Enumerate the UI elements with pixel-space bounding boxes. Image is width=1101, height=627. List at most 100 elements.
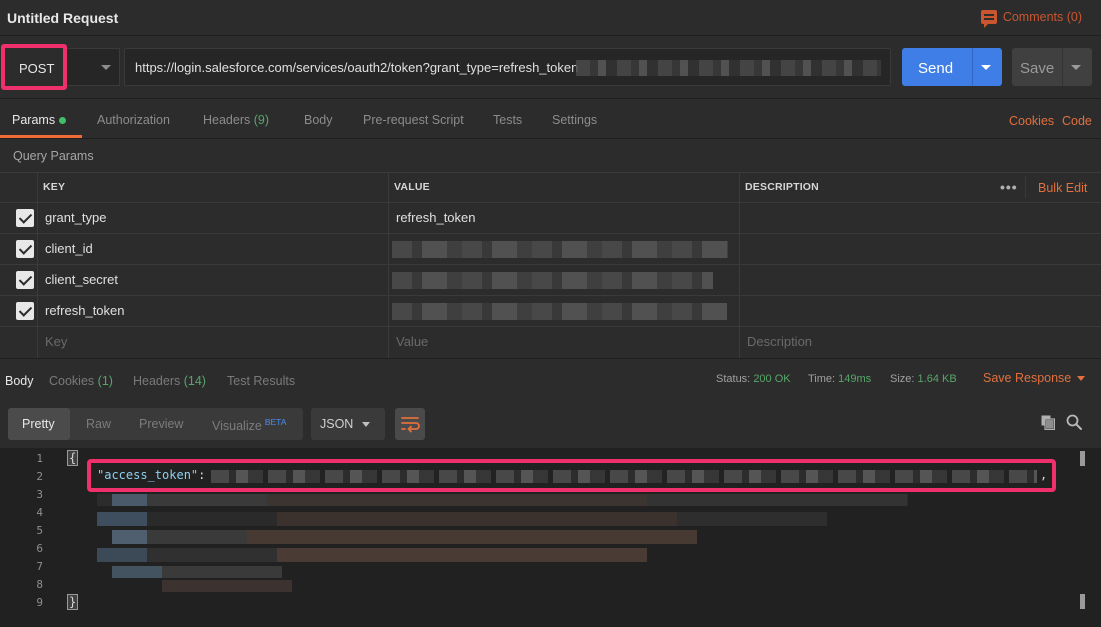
tab-settings[interactable]: Settings bbox=[552, 113, 597, 127]
json-close-brace: } bbox=[66, 594, 79, 610]
send-label[interactable]: Send bbox=[918, 60, 953, 77]
column-divider bbox=[37, 173, 38, 358]
search-icon[interactable] bbox=[1066, 414, 1082, 430]
chevron-down-icon[interactable] bbox=[101, 65, 111, 70]
table-divider bbox=[0, 202, 1101, 203]
size-label: Size: bbox=[890, 373, 915, 385]
table-divider bbox=[0, 295, 1101, 296]
param-key[interactable]: grant_type bbox=[45, 210, 106, 225]
column-header-value: VALUE bbox=[394, 181, 430, 193]
tab-headers-label: Headers bbox=[203, 113, 251, 127]
tab-authorization[interactable]: Authorization bbox=[97, 113, 170, 127]
divider bbox=[1025, 176, 1026, 198]
size-value: 1.64 KB bbox=[917, 373, 957, 385]
redacted-value[interactable] bbox=[392, 241, 728, 258]
response-tab-body[interactable]: Body bbox=[5, 374, 34, 388]
active-tab-underline bbox=[0, 135, 82, 138]
params-table bbox=[0, 172, 1101, 358]
response-tab-test-results[interactable]: Test Results bbox=[227, 374, 295, 388]
view-mode-preview[interactable]: Preview bbox=[139, 417, 183, 431]
save-response-button[interactable]: Save Response bbox=[983, 371, 1071, 385]
comment-icon bbox=[980, 10, 997, 28]
method-dropdown[interactable] bbox=[67, 48, 120, 86]
column-divider bbox=[739, 173, 740, 358]
response-tab-headers-label: Headers bbox=[133, 374, 181, 388]
tab-body[interactable]: Body bbox=[304, 113, 333, 127]
scrollbar-thumb[interactable] bbox=[1080, 594, 1085, 609]
row-checkbox[interactable] bbox=[16, 271, 34, 289]
table-divider bbox=[0, 233, 1101, 234]
line-number: 2 bbox=[36, 470, 43, 483]
line-number: 9 bbox=[36, 596, 43, 609]
time-value: 149ms bbox=[838, 373, 872, 385]
view-mode-raw[interactable]: Raw bbox=[86, 417, 111, 431]
response-tab-headers-count: (14) bbox=[183, 374, 206, 388]
status-value: 200 OK bbox=[753, 373, 791, 385]
code-link[interactable]: Code bbox=[1062, 114, 1092, 128]
copy-icon[interactable] bbox=[1041, 415, 1055, 430]
wrap-lines-button[interactable] bbox=[395, 408, 425, 440]
format-label[interactable]: JSON bbox=[320, 417, 353, 431]
tab-headers-count: (9) bbox=[253, 113, 270, 127]
column-header-description: DESCRIPTION bbox=[745, 181, 819, 193]
line-number: 4 bbox=[36, 506, 43, 519]
param-key[interactable]: refresh_token bbox=[45, 303, 125, 318]
tab-headers[interactable]: Headers (9) bbox=[203, 113, 269, 127]
param-key[interactable]: client_id bbox=[45, 241, 93, 256]
param-key[interactable]: client_secret bbox=[45, 272, 118, 287]
json-comma: , bbox=[1040, 468, 1048, 482]
save-label[interactable]: Save bbox=[1020, 60, 1054, 77]
view-mode-pretty[interactable]: Pretty bbox=[22, 417, 55, 431]
tab-params[interactable]: Params bbox=[12, 113, 55, 127]
response-tab-cookies[interactable]: Cookies (1) bbox=[49, 374, 113, 388]
row-checkbox[interactable] bbox=[16, 240, 34, 258]
cookies-link[interactable]: Cookies bbox=[1009, 114, 1054, 128]
row-checkbox[interactable] bbox=[16, 209, 34, 227]
comments-label: Comments (0) bbox=[1002, 10, 1082, 24]
line-number: 5 bbox=[36, 524, 43, 537]
redacted-value[interactable] bbox=[392, 303, 727, 320]
new-description-input[interactable]: Description bbox=[747, 334, 812, 349]
tab-tests[interactable]: Tests bbox=[493, 113, 522, 127]
access-token-line: "access_token": bbox=[97, 468, 205, 482]
new-value-input[interactable]: Value bbox=[396, 334, 428, 349]
url-text: https://login.salesforce.com/services/oa… bbox=[135, 60, 579, 75]
response-tab-headers[interactable]: Headers (14) bbox=[133, 374, 206, 388]
json-colon: : bbox=[198, 468, 206, 482]
method-label[interactable]: POST bbox=[19, 61, 54, 76]
send-options-chevron-icon[interactable] bbox=[981, 65, 991, 70]
chevron-down-icon[interactable] bbox=[1077, 376, 1085, 381]
new-key-input[interactable]: Key bbox=[45, 334, 67, 349]
json-open-brace: { bbox=[66, 450, 79, 466]
chevron-down-icon[interactable] bbox=[362, 422, 370, 427]
title-bar bbox=[0, 0, 1101, 36]
row-checkbox[interactable] bbox=[16, 302, 34, 320]
redacted-value[interactable] bbox=[392, 272, 713, 289]
params-active-dot-icon bbox=[59, 117, 66, 124]
response-tab-cookies-label: Cookies bbox=[49, 374, 95, 388]
time-indicator: Time: 149ms bbox=[808, 373, 871, 385]
comments-button[interactable]: Comments (0) bbox=[980, 10, 1082, 28]
size-indicator: Size: 1.64 KB bbox=[890, 373, 957, 385]
save-options-chevron-icon[interactable] bbox=[1071, 65, 1081, 70]
status-label: Status: bbox=[716, 373, 751, 385]
bulk-edit-link[interactable]: Bulk Edit bbox=[1038, 181, 1087, 195]
view-mode-visualize[interactable]: Visualize BETA bbox=[212, 417, 286, 433]
tab-prerequest-script[interactable]: Pre-request Script bbox=[363, 113, 464, 127]
status-indicator: Status: 200 OK bbox=[716, 373, 791, 385]
json-key-access-token: "access_token" bbox=[97, 468, 199, 482]
query-params-title: Query Params bbox=[13, 149, 94, 163]
column-divider bbox=[388, 173, 389, 358]
divider bbox=[0, 98, 1101, 99]
url-input[interactable]: https://login.salesforce.com/services/oa… bbox=[124, 48, 891, 86]
scrollbar-thumb[interactable] bbox=[1080, 451, 1085, 466]
request-title[interactable]: Untitled Request bbox=[7, 10, 118, 26]
more-options-icon[interactable]: ••• bbox=[1000, 179, 1018, 195]
save-divider bbox=[1062, 48, 1063, 86]
redacted-access-token bbox=[211, 470, 1037, 483]
send-divider bbox=[972, 48, 973, 86]
param-value[interactable]: refresh_token bbox=[396, 210, 476, 225]
line-number: 3 bbox=[36, 488, 43, 501]
column-header-key: KEY bbox=[43, 181, 66, 193]
url-redacted bbox=[576, 60, 881, 76]
